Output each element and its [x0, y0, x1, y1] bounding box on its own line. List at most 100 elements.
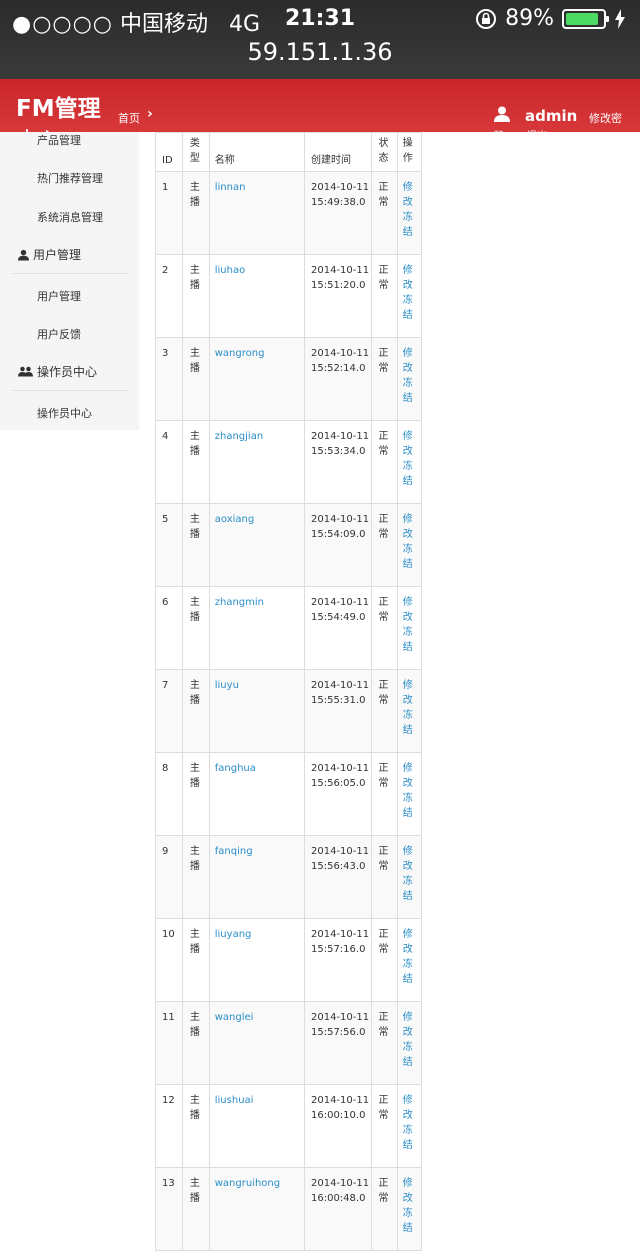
- freeze-link[interactable]: 冻结: [403, 1206, 421, 1236]
- freeze-link[interactable]: 冻结: [403, 542, 421, 572]
- cell-name: fanqing: [208, 835, 305, 919]
- cell-name: wangrong: [208, 337, 305, 421]
- user-name-link[interactable]: liuhao: [215, 265, 245, 276]
- cell-created: 2014-10-11 15:55:31.0: [303, 669, 373, 753]
- change-password-overflow: 码: [494, 131, 504, 142]
- user-table-container: ID 类型 名称 创建时间 状态 操作 1 主播 linnan 2014-10-11 1…: [155, 132, 423, 1251]
- user-name-link[interactable]: liuyang: [215, 929, 252, 940]
- cell-type: 主播: [181, 254, 210, 338]
- edit-link[interactable]: 修改: [403, 429, 421, 459]
- edit-link[interactable]: 修改: [403, 512, 421, 542]
- user-name-link[interactable]: aoxiang: [215, 514, 254, 525]
- column-header-state: 状态: [371, 132, 398, 172]
- freeze-link[interactable]: 冻结: [403, 874, 421, 904]
- divider: [12, 390, 128, 391]
- change-password-link[interactable]: 修改密: [589, 110, 622, 126]
- cell-id: 6: [155, 586, 183, 670]
- user-name-link[interactable]: wanglei: [215, 1012, 254, 1023]
- cell-type: 主播: [181, 1084, 210, 1168]
- edit-link[interactable]: 修改: [403, 1010, 421, 1040]
- edit-link[interactable]: 修改: [403, 595, 421, 625]
- freeze-link[interactable]: 冻结: [403, 791, 421, 821]
- freeze-link[interactable]: 冻结: [403, 957, 421, 987]
- user-name-link[interactable]: zhangmin: [215, 597, 264, 608]
- battery-level: [566, 12, 599, 25]
- sidebar-group-operators[interactable]: 操作员中心: [18, 363, 97, 380]
- user-name-link[interactable]: zhangjian: [215, 431, 263, 442]
- edit-link[interactable]: 修改: [403, 678, 421, 708]
- edit-link[interactable]: 修改: [403, 180, 421, 210]
- status-bar: ●○○○○ 中国移动 4G 21:31 89% 59.151.1.36: [0, 0, 640, 79]
- edit-link[interactable]: 修改: [403, 263, 421, 293]
- cell-type: 主播: [181, 669, 210, 753]
- user-name-link[interactable]: wangrong: [215, 348, 265, 359]
- cell-created: 2014-10-11 15:57:16.0: [303, 918, 373, 1002]
- freeze-link[interactable]: 冻结: [403, 625, 421, 655]
- users-icon: [18, 366, 33, 376]
- edit-link[interactable]: 修改: [403, 346, 421, 376]
- column-header-type: 类型: [181, 132, 210, 172]
- user-name-link[interactable]: fanghua: [215, 763, 256, 774]
- app-header: FM管理 中心 首页 › admin 修改密 码 退出: [0, 79, 640, 154]
- user-icon: [494, 106, 510, 122]
- freeze-link[interactable]: 冻结: [403, 1123, 421, 1153]
- cell-actions: 修改冻结: [396, 420, 423, 504]
- sidebar-item-user-feedback[interactable]: 用户反馈: [37, 326, 81, 342]
- table-row: 9 主播 fanqing 2014-10-11 15:56:43.0 正常修改冻结: [155, 835, 423, 919]
- edit-link[interactable]: 修改: [403, 927, 421, 957]
- cell-actions: 修改冻结: [396, 752, 423, 836]
- user-name-link[interactable]: liuyu: [215, 680, 239, 691]
- cell-state: 正常: [371, 420, 398, 504]
- cell-name: zhangmin: [208, 586, 305, 670]
- cell-state: 正常: [371, 669, 398, 753]
- sidebar-group-users[interactable]: 用户管理: [18, 246, 81, 263]
- user-name-link[interactable]: fanqing: [215, 846, 253, 857]
- cell-actions: 修改冻结: [396, 337, 423, 421]
- freeze-link[interactable]: 冻结: [403, 1040, 421, 1070]
- cell-created: 2014-10-11 15:54:09.0: [303, 503, 373, 587]
- cell-type: 主播: [181, 1001, 210, 1085]
- freeze-link[interactable]: 冻结: [403, 708, 421, 738]
- cell-id: 3: [155, 337, 183, 421]
- user-name-link[interactable]: linnan: [215, 182, 246, 193]
- edit-link[interactable]: 修改: [403, 1176, 421, 1206]
- address-bar-url[interactable]: 59.151.1.36: [0, 38, 640, 66]
- cell-state: 正常: [371, 1167, 398, 1251]
- user-name-link[interactable]: liushuai: [215, 1095, 254, 1106]
- table-row: 5 主播 aoxiang 2014-10-11 15:54:09.0 正常修改冻结: [155, 503, 423, 587]
- sidebar-item-hot-recommend[interactable]: 热门推荐管理: [37, 170, 103, 186]
- logout-link[interactable]: 退出: [527, 127, 547, 142]
- chevron-right-icon: ›: [147, 106, 153, 122]
- sidebar-item-system-messages[interactable]: 系统消息管理: [37, 209, 103, 225]
- sidebar-item-operator-center[interactable]: 操作员中心: [37, 405, 92, 421]
- sidebar-item-products[interactable]: 产品管理: [37, 132, 81, 148]
- sidebar-item-user-management[interactable]: 用户管理: [37, 288, 81, 304]
- cell-actions: 修改冻结: [396, 586, 423, 670]
- cell-id: 13: [155, 1167, 183, 1251]
- cell-state: 正常: [371, 1084, 398, 1168]
- breadcrumb-home-link[interactable]: 首页: [118, 110, 140, 126]
- cell-name: aoxiang: [208, 503, 305, 587]
- table-row: 4 主播 zhangjian 2014-10-11 15:53:34.0 正常修改冻结: [155, 420, 423, 504]
- freeze-link[interactable]: 冻结: [403, 459, 421, 489]
- cell-actions: 修改冻结: [396, 503, 423, 587]
- edit-link[interactable]: 修改: [403, 844, 421, 874]
- table-row: 12 主播 liushuai 2014-10-11 16:00:10.0 正常修改冻结: [155, 1084, 423, 1168]
- freeze-link[interactable]: 冻结: [403, 376, 421, 406]
- freeze-link[interactable]: 冻结: [403, 210, 421, 240]
- column-header-id: ID: [155, 132, 183, 172]
- cell-id: 7: [155, 669, 183, 753]
- brand-title[interactable]: FM管理: [16, 97, 116, 121]
- divider: [12, 273, 128, 274]
- edit-link[interactable]: 修改: [403, 761, 421, 791]
- table-row: 3 主播 wangrong 2014-10-11 15:52:14.0 正常修改冻结: [155, 337, 423, 421]
- username[interactable]: admin: [525, 107, 577, 125]
- cell-name: liuhao: [208, 254, 305, 338]
- cell-type: 主播: [181, 420, 210, 504]
- user-name-link[interactable]: wangruihong: [215, 1178, 280, 1189]
- edit-link[interactable]: 修改: [403, 1093, 421, 1123]
- cell-id: 5: [155, 503, 183, 587]
- cell-id: 11: [155, 1001, 183, 1085]
- cell-name: liuyu: [208, 669, 305, 753]
- freeze-link[interactable]: 冻结: [403, 293, 421, 323]
